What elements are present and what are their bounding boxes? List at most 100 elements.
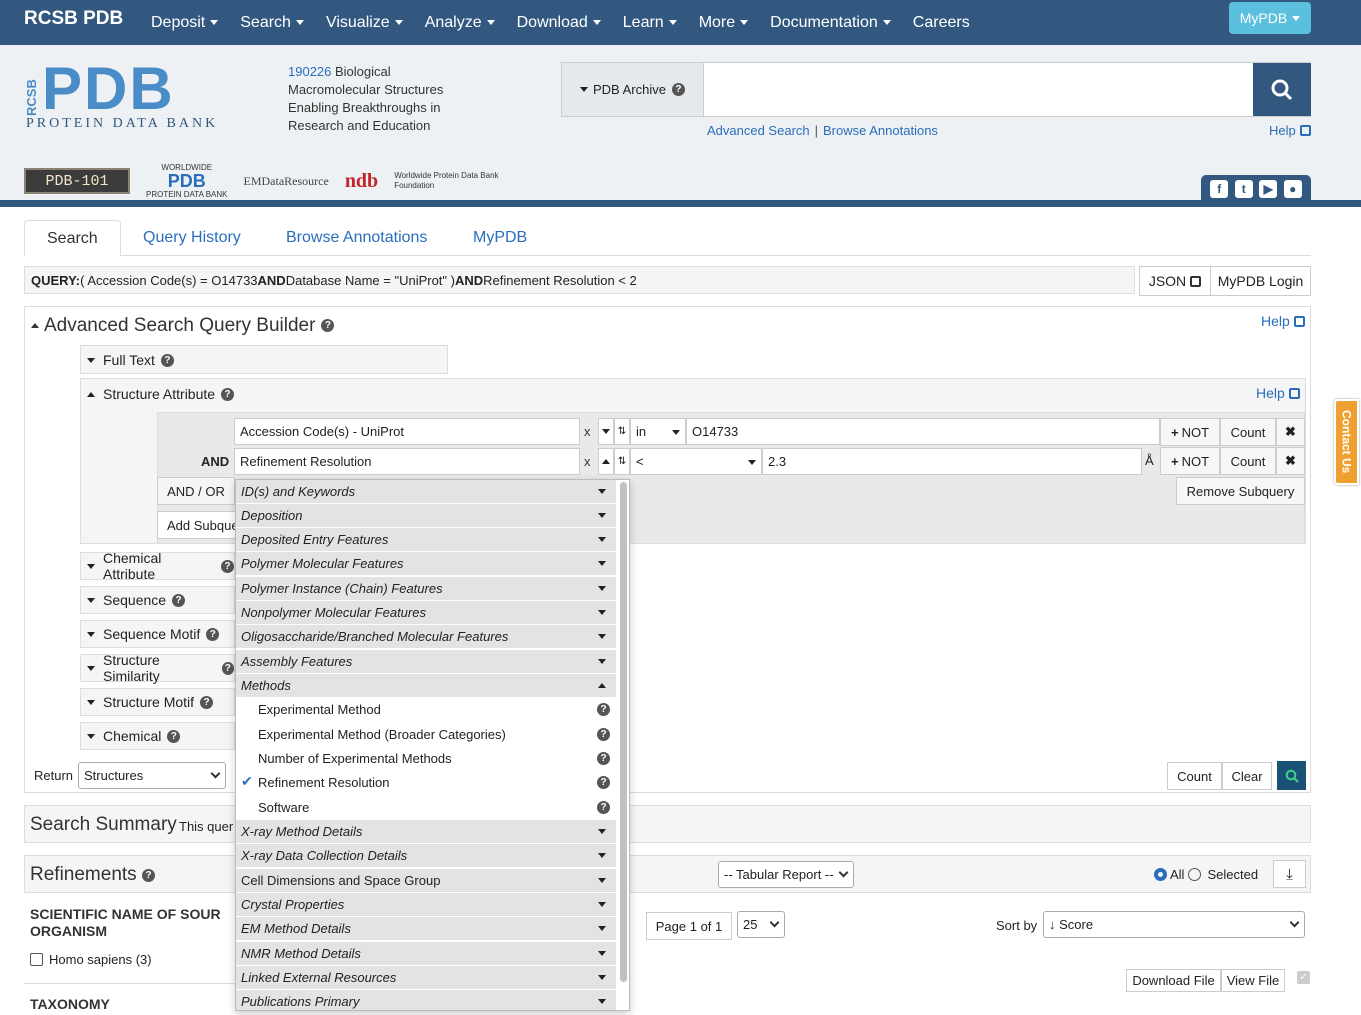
structure-similarity-section[interactable]: Structure Similarity? (80, 652, 235, 684)
help-icon[interactable]: ? (221, 387, 235, 401)
entry-count-link[interactable]: 190226 (288, 64, 331, 79)
tab-query-history[interactable]: Query History (143, 220, 241, 256)
chemical-section[interactable]: Chemical? (80, 722, 235, 750)
ndb-logo[interactable]: ndb (345, 170, 378, 193)
group-polymer-molecular[interactable]: Polymer Molecular Features (236, 552, 616, 576)
group-linked-resources[interactable]: Linked External Resources (236, 966, 616, 990)
run-search-button[interactable] (1277, 761, 1306, 790)
help-icon[interactable]: ? (597, 776, 610, 789)
mypdb-login-button[interactable]: MyPDB Login (1210, 266, 1311, 296)
group-ids-keywords[interactable]: ID(s) and Keywords (236, 480, 616, 504)
group-methods[interactable]: Methods (236, 674, 616, 698)
nav-deposit[interactable]: Deposit (151, 14, 219, 32)
value-input-2[interactable]: 2.3 (762, 448, 1142, 475)
group-cell-dimensions[interactable]: Cell Dimensions and Space Group (236, 869, 616, 893)
group-polymer-instance[interactable]: Polymer Instance (Chain) Features (236, 577, 616, 601)
operator-select-1[interactable]: in (630, 418, 686, 445)
help-icon[interactable]: ? (206, 627, 220, 641)
help-icon[interactable]: ? (597, 801, 610, 814)
group-nonpolymer[interactable]: Nonpolymer Molecular Features (236, 601, 616, 625)
group-deposited-entry[interactable]: Deposited Entry Features (236, 528, 616, 552)
clear-attribute-2[interactable]: x (584, 454, 591, 469)
value-input-1[interactable]: O14733 (686, 418, 1160, 445)
remove-row-icon[interactable]: ✖ (1276, 447, 1305, 475)
help-icon[interactable]: ? (160, 353, 174, 367)
builder-help-link[interactable]: Help (1261, 313, 1305, 329)
option-refinement-resolution[interactable]: ✔ Refinement Resolution? (236, 771, 616, 795)
wwpdb-foundation-logo[interactable]: Worldwide Protein Data Bank Foundation (394, 171, 504, 191)
group-publications-primary[interactable]: Publications Primary (236, 990, 616, 1010)
help-icon[interactable]: ? (321, 319, 335, 333)
github-icon[interactable]: ● (1283, 179, 1302, 198)
clear-button[interactable]: Clear (1222, 762, 1272, 790)
facebook-icon[interactable]: f (1210, 179, 1229, 198)
help-icon[interactable]: ? (671, 83, 685, 96)
nav-search[interactable]: Search (240, 14, 304, 32)
sequence-motif-section[interactable]: Sequence Motif? (80, 620, 235, 648)
nav-careers[interactable]: Careers (913, 14, 970, 32)
help-icon[interactable]: ? (142, 869, 155, 882)
download-file-button[interactable]: Download File (1126, 969, 1221, 992)
youtube-icon[interactable]: ▶ (1259, 179, 1278, 198)
pdb101-logo[interactable]: PDB-101 (24, 168, 130, 194)
nav-learn[interactable]: Learn (623, 14, 677, 32)
remove-row-icon[interactable]: ✖ (1276, 418, 1305, 446)
pdb-logo[interactable]: RCSB PDB PROTEIN DATA BANK (24, 59, 276, 135)
not-button-1[interactable]: + NOT (1160, 418, 1220, 446)
nav-more[interactable]: More (699, 14, 749, 32)
sort-toggle-1[interactable]: ⇅ (614, 418, 630, 445)
group-oligosaccharide[interactable]: Oligosaccharide/Branched Molecular Featu… (236, 625, 616, 649)
browse-annotations-link[interactable]: Browse Annotations (823, 123, 938, 138)
search-button[interactable] (1253, 63, 1311, 116)
attribute-dropdown-1[interactable] (598, 418, 614, 445)
structure-attribute-toggle[interactable]: Structure Attribute? (87, 386, 235, 402)
clear-attribute-1[interactable]: x (584, 424, 591, 439)
option-software[interactable]: Software? (236, 796, 616, 820)
tab-search[interactable]: Search (24, 220, 121, 257)
sequence-section[interactable]: Sequence? (80, 586, 235, 614)
return-type-select[interactable]: Structures (78, 762, 226, 789)
archive-selector[interactable]: PDB Archive? (562, 63, 704, 116)
tab-mypdb[interactable]: MyPDB (473, 220, 527, 256)
option-experimental-method[interactable]: Experimental Method? (236, 698, 616, 722)
option-number-experimental-methods[interactable]: Number of Experimental Methods? (236, 747, 616, 771)
structure-motif-section[interactable]: Structure Motif? (80, 688, 235, 716)
nav-visualize[interactable]: Visualize (326, 14, 403, 32)
attribute-select-1[interactable]: Accession Code(s) - UniProt (234, 418, 580, 445)
help-icon[interactable]: ? (597, 703, 610, 716)
group-assembly[interactable]: Assembly Features (236, 650, 616, 674)
group-xray-data[interactable]: X-ray Data Collection Details (236, 844, 616, 868)
json-button[interactable]: JSON (1139, 266, 1211, 296)
tabular-report-select[interactable]: -- Tabular Report -- (718, 861, 854, 888)
nav-download[interactable]: Download (517, 14, 601, 32)
count-button[interactable]: Count (1167, 762, 1222, 790)
group-em-method[interactable]: EM Method Details (236, 917, 616, 941)
select-all-checkbox[interactable]: ✓ (1297, 971, 1310, 984)
emdataresource-logo[interactable]: EMDataResource (244, 174, 329, 189)
search-input[interactable] (705, 63, 1251, 116)
operator-select-2[interactable]: < (630, 448, 762, 475)
sort-toggle-2[interactable]: ⇅ (614, 448, 630, 475)
view-file-button[interactable]: View File (1221, 969, 1285, 992)
builder-title[interactable]: Advanced Search Query Builder? (31, 315, 335, 337)
help-icon[interactable]: ? (200, 695, 214, 709)
facet-checkbox[interactable] (30, 953, 43, 966)
dropdown-scrollbar[interactable] (620, 482, 627, 982)
nav-analyze[interactable]: Analyze (425, 14, 495, 32)
help-icon[interactable]: ? (172, 593, 186, 607)
remove-subquery-button[interactable]: Remove Subquery (1176, 477, 1305, 505)
contact-us-tab[interactable]: Contact Us (1334, 399, 1359, 485)
group-nmr-method[interactable]: NMR Method Details (236, 942, 616, 966)
group-deposition[interactable]: Deposition (236, 504, 616, 528)
facet-item[interactable]: Homo sapiens (3) (30, 952, 152, 967)
not-button-2[interactable]: + NOT (1160, 447, 1220, 475)
group-crystal-properties[interactable]: Crystal Properties (236, 893, 616, 917)
tab-browse-annotations[interactable]: Browse Annotations (286, 220, 427, 256)
chemical-attribute-section[interactable]: Chemical Attribute? (80, 550, 235, 582)
help-icon[interactable]: ? (597, 728, 610, 741)
mypdb-button[interactable]: MyPDB (1229, 2, 1311, 34)
full-text-section[interactable]: Full Text? (80, 345, 448, 374)
and-or-toggle[interactable]: AND / OR (157, 477, 235, 505)
structure-attribute-help-link[interactable]: Help (1256, 385, 1300, 401)
group-xray-method[interactable]: X-ray Method Details (236, 820, 616, 844)
